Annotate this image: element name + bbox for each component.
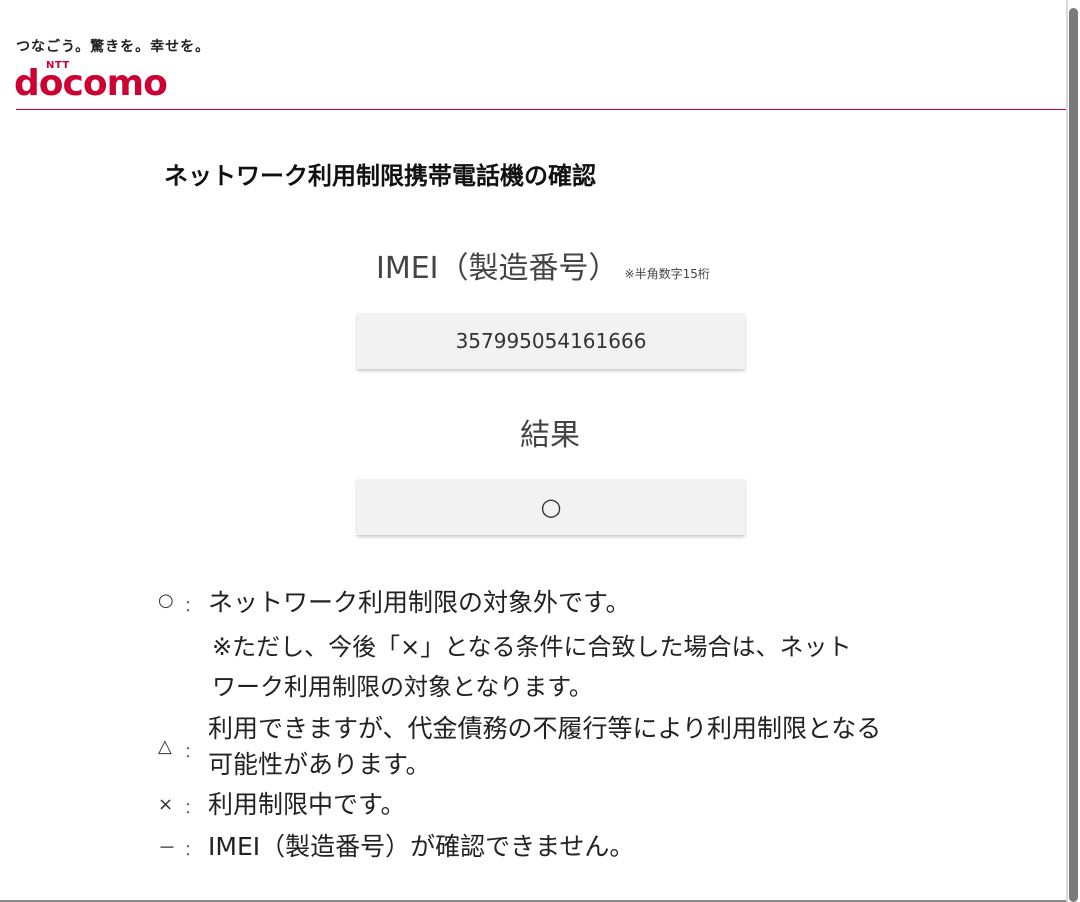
legend-note-line1: ※ただし、今後「×」となる条件に合致した場合は、ネット <box>212 633 852 661</box>
legend-text-line2: 可能性があります。 <box>208 750 431 779</box>
legend-text: 利用制限中です。 <box>208 790 406 819</box>
imei-value-field: 357995054161666 <box>357 313 745 369</box>
imei-note: ※半角数字15桁 <box>624 267 710 281</box>
cross-symbol-icon: × <box>158 794 174 815</box>
page-title: ネットワーク利用制限携帯電話機の確認 <box>164 162 596 190</box>
imei-value: 357995054161666 <box>455 329 647 353</box>
legend-colon: ： <box>184 596 201 615</box>
imei-heading: IMEI（製造番号） ※半角数字15桁 <box>376 243 710 287</box>
header-divider <box>16 109 1066 110</box>
legend-text: IMEI（製造番号）が確認できません。 <box>208 832 635 861</box>
triangle-symbol-icon: △ <box>158 736 172 757</box>
imei-label: IMEI（製造番号） <box>376 251 619 286</box>
legend-colon: ： <box>184 798 201 817</box>
page: つなごう。驚きを。幸せを。 NTT docomo ネットワーク利用制限携帯電話機… <box>0 0 1066 902</box>
docomo-logo[interactable]: NTT docomo <box>14 60 184 104</box>
result-circle-icon: ○ <box>540 493 562 521</box>
legend-note-line2: ワーク利用制限の対象となります。 <box>212 673 593 701</box>
legend-colon: ： <box>184 840 201 859</box>
brand-tagline: つなごう。驚きを。幸せを。 <box>16 39 211 55</box>
scrollbar-track <box>1066 0 1068 902</box>
logo-wordmark: docomo <box>14 63 168 104</box>
legend-text-line1: 利用できますが、代金債務の不履行等により利用制限となる <box>208 714 882 743</box>
legend-colon: ： <box>184 742 201 761</box>
result-heading: 結果 <box>520 418 580 453</box>
dash-symbol-icon: － <box>158 838 176 859</box>
vertical-scrollbar[interactable] <box>1066 0 1080 902</box>
result-value-field: ○ <box>357 479 745 535</box>
circle-symbol-icon: ○ <box>158 590 174 611</box>
scrollbar-thumb[interactable] <box>1069 8 1078 902</box>
legend-text: ネットワーク利用制限の対象外です。 <box>208 588 631 617</box>
